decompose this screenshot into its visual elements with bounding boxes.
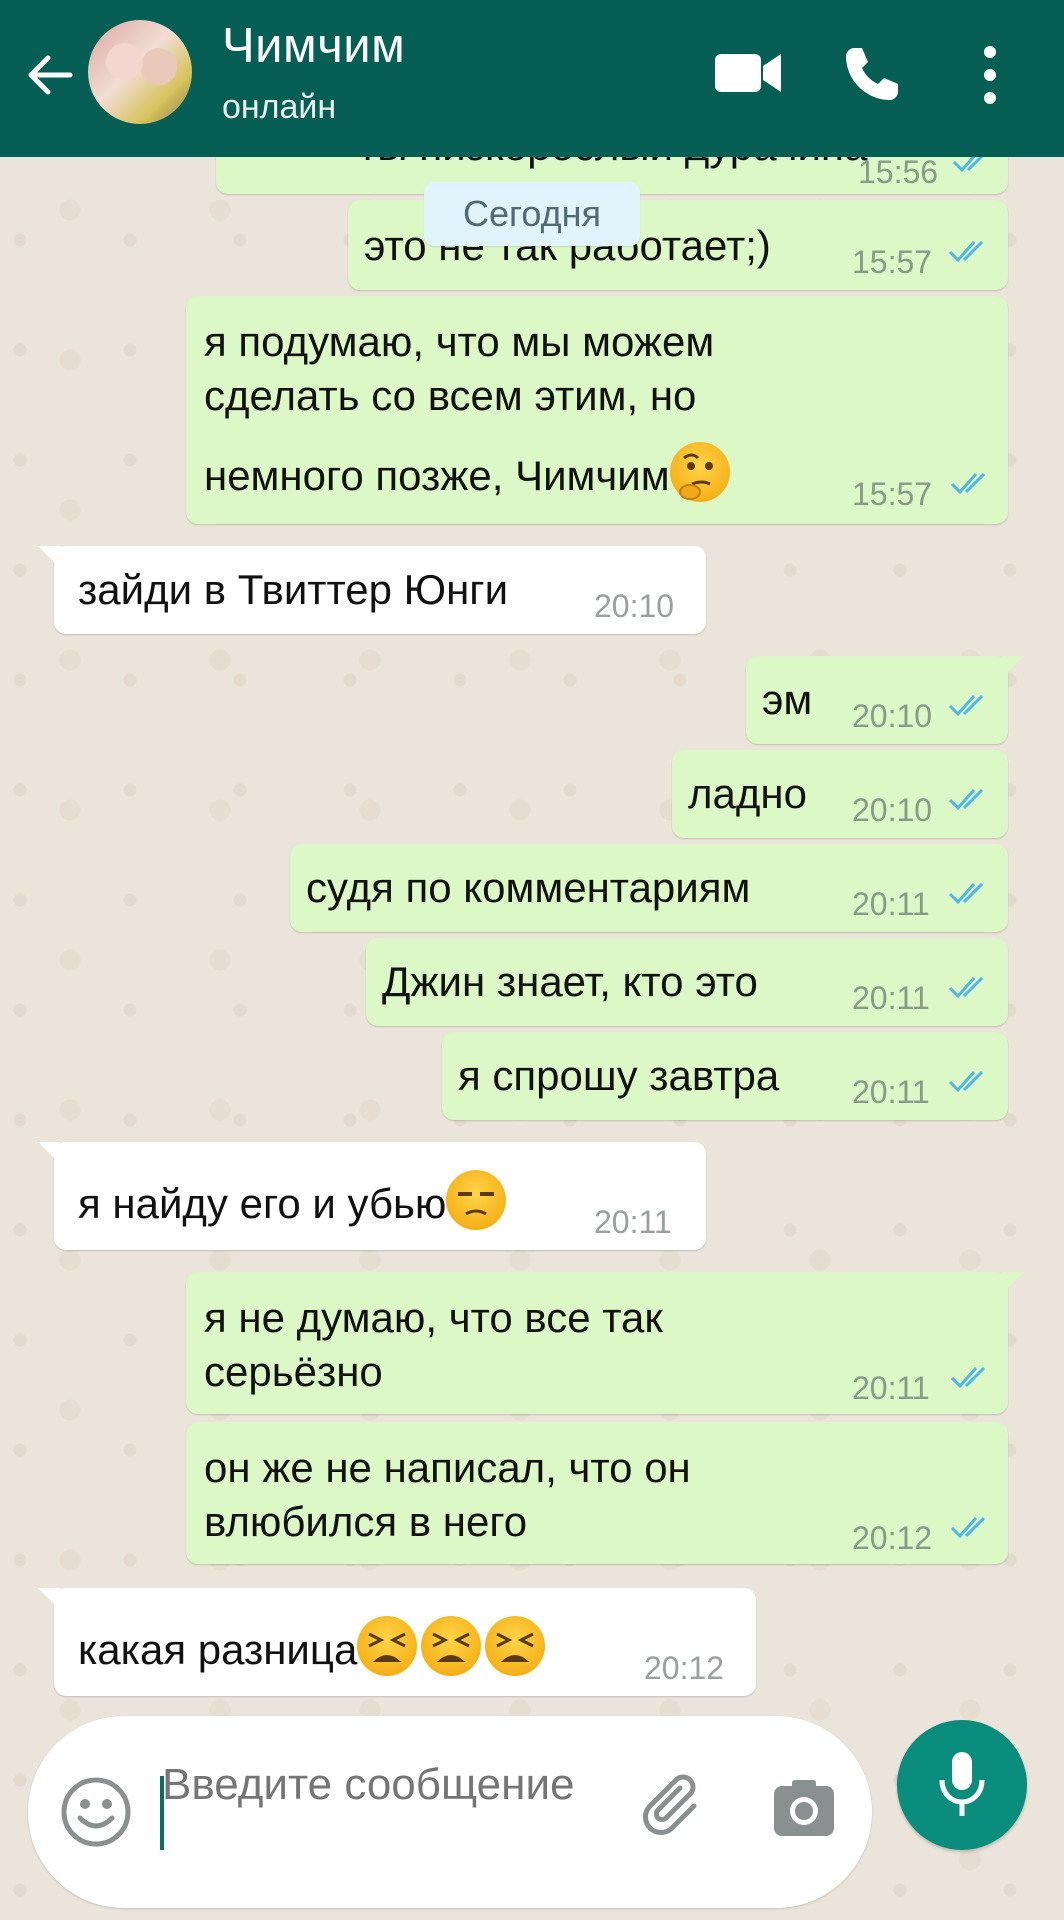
message-outgoing[interactable]: я не думаю, что все так серьёзно 20:11 <box>186 1272 1024 1414</box>
message-time: 20:10 <box>594 588 675 624</box>
read-ticks-icon <box>948 694 984 717</box>
message-text: какая разница <box>78 1626 358 1673</box>
message-incoming[interactable]: зайди в Твиттер Юнги 20:10 <box>38 546 706 634</box>
thinking-face-emoji <box>669 442 730 502</box>
message-text: эм <box>762 676 813 723</box>
message-time: 20:12 <box>644 1650 725 1686</box>
unamused-face-emoji <box>446 1170 507 1230</box>
message-outgoing[interactable]: Джин знает, кто это 20:11 <box>366 938 1008 1026</box>
bubble-tail <box>1002 656 1024 678</box>
read-ticks-icon <box>950 1516 986 1539</box>
message-list[interactable]: ты низкорослый дурачина 15:56 Сегодня эт… <box>0 0 1064 1920</box>
message-composer <box>28 1716 872 1908</box>
message-time: 20:10 <box>852 698 933 734</box>
message-incoming[interactable]: я найду его и убью 20:11 <box>38 1142 706 1250</box>
message-time: 15:57 <box>852 244 933 280</box>
message-text-line: серьёзно <box>204 1348 383 1395</box>
camera-icon[interactable] <box>772 1778 836 1838</box>
message-text-line-wrap: немного позже, Чимчим <box>204 442 730 504</box>
message-text-wrap: какая разница <box>78 1616 546 1678</box>
message-outgoing[interactable]: ладно 20:10 <box>672 750 1008 838</box>
attach-clip-icon[interactable] <box>640 1772 712 1844</box>
message-text-line: немного позже, Чимчим <box>204 452 670 499</box>
weary-face-emoji <box>485 1616 546 1676</box>
smiley-icon[interactable] <box>60 1776 132 1848</box>
read-ticks-icon <box>948 976 984 999</box>
message-text-line: влюбился в него <box>204 1498 528 1545</box>
mic-icon <box>939 1752 985 1816</box>
voice-record-button[interactable] <box>897 1720 1027 1850</box>
weary-face-emoji <box>421 1616 482 1676</box>
avatar[interactable] <box>88 20 192 124</box>
contact-status: онлайн <box>222 88 337 126</box>
contact-name[interactable]: Чимчим <box>222 18 405 74</box>
message-text: я найду его и убью <box>78 1180 447 1227</box>
message-text-wrap: я найду его и убью <box>78 1170 507 1232</box>
message-outgoing[interactable]: он же не написал, что он влюбился в него… <box>186 1422 1008 1564</box>
message-outgoing[interactable]: я спрошу завтра 20:11 <box>442 1032 1008 1120</box>
message-time: 20:12 <box>852 1520 933 1556</box>
message-text-line: я не думаю, что все так <box>204 1294 663 1341</box>
bubble-tail <box>38 1142 60 1164</box>
more-vert-icon[interactable] <box>972 44 1008 106</box>
message-text: судя по комментариям <box>306 864 751 911</box>
read-ticks-icon <box>948 240 984 263</box>
message-time: 20:11 <box>594 1204 672 1240</box>
message-outgoing[interactable]: эм 20:10 <box>746 656 1024 744</box>
message-input[interactable] <box>162 1754 582 1878</box>
bubble-tail <box>1002 1272 1024 1294</box>
message-time: 20:11 <box>852 1370 930 1406</box>
message-text-line: он же не написал, что он <box>204 1444 691 1491</box>
chat-header: Чимчим онлайн <box>0 0 1064 157</box>
message-time: 20:11 <box>852 886 930 922</box>
date-divider: Сегодня <box>424 182 640 246</box>
message-outgoing[interactable]: судя по комментариям 20:11 <box>290 844 1008 932</box>
message-text: зайди в Твиттер Юнги <box>78 566 509 613</box>
read-ticks-icon <box>948 1070 984 1093</box>
phone-icon[interactable] <box>842 44 902 104</box>
message-time: 20:11 <box>852 1074 930 1110</box>
message-outgoing[interactable]: я подумаю, что мы можем сделать со всем … <box>186 296 1008 524</box>
message-text: я спрошу завтра <box>458 1052 780 1099</box>
message-time: 20:11 <box>852 980 930 1016</box>
message-text-line: сделать со всем этим, но <box>204 372 697 419</box>
video-call-icon[interactable] <box>713 48 783 98</box>
message-time: 20:10 <box>852 792 933 828</box>
back-arrow-icon[interactable] <box>22 46 80 104</box>
read-ticks-icon <box>948 788 984 811</box>
message-time: 15:57 <box>852 476 933 512</box>
message-text: Джин знает, кто это <box>382 958 758 1005</box>
read-ticks-icon <box>950 472 986 495</box>
bubble-tail <box>38 1588 60 1610</box>
bubble-tail <box>38 546 60 568</box>
weary-face-emoji <box>357 1616 418 1676</box>
message-text: ладно <box>688 770 807 817</box>
message-text-line: я подумаю, что мы можем <box>204 318 715 365</box>
read-ticks-icon <box>950 1366 986 1389</box>
read-ticks-icon <box>948 882 984 905</box>
message-incoming[interactable]: какая разница 20:12 <box>38 1588 756 1696</box>
